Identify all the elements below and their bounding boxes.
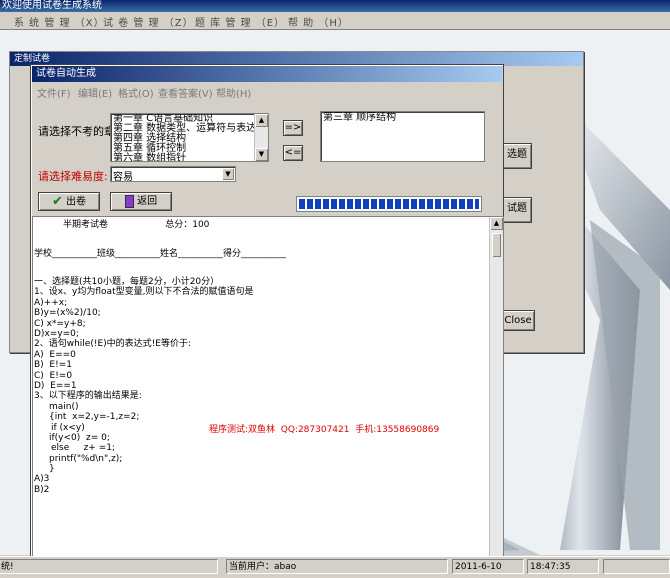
- code-line: printf("%d\n",z);: [49, 454, 123, 464]
- code-line: {int x=2,y=-1,z=2;: [49, 412, 140, 422]
- menu-system[interactable]: 系 统 管 理 （X）: [14, 14, 105, 29]
- menu-view-answer[interactable]: 查看答案(V): [158, 85, 213, 100]
- paper-preview[interactable]: 半期考试卷 总分：100 学校__________班级__________姓名_…: [32, 216, 504, 557]
- status-user: 当前用户：abao: [226, 559, 448, 574]
- scroll-up-icon[interactable]: ▲: [255, 114, 268, 127]
- excluded-item[interactable]: 第三章 顺序结构: [321, 112, 484, 123]
- menu-format[interactable]: 格式(O): [118, 85, 154, 100]
- front-menubar: 文件(F) 编辑(E) 格式(O) 查看答案(V) 帮助(H): [32, 83, 502, 100]
- progress-bar: [296, 196, 482, 212]
- scroll-down-icon[interactable]: ▼: [255, 148, 268, 161]
- remove-chapter-button[interactable]: <=: [283, 145, 303, 161]
- generate-label: 出卷: [66, 196, 87, 208]
- code-line: main(): [49, 402, 79, 412]
- option: B)y=(x%2)/10;: [34, 308, 101, 318]
- option: C) E!=0: [34, 371, 73, 381]
- menu-paper[interactable]: 试 卷 管 理 （Z）: [103, 14, 194, 29]
- progress-fill: [299, 199, 479, 209]
- back-button[interactable]: 返回: [110, 192, 172, 211]
- chevron-down-icon[interactable]: ▼: [222, 168, 234, 180]
- excluded-listbox[interactable]: 第三章 顺序结构: [320, 111, 485, 162]
- status-left: 统!: [0, 559, 218, 574]
- menu-file[interactable]: 文件(F): [37, 85, 71, 100]
- add-chapter-button[interactable]: =>: [283, 120, 303, 136]
- option: B)2: [34, 485, 50, 495]
- watermark-text: 程序测试:双鱼林 QQ:287307421 手机:13558690869: [209, 425, 440, 435]
- status-bar: 统! 当前用户：abao 2011-6-10 18:47:35: [0, 556, 670, 578]
- option: A)++x;: [34, 298, 68, 308]
- main-title: 欢迎使用试卷生成系统: [2, 0, 102, 11]
- menu-help[interactable]: 帮 助 （H）: [288, 14, 349, 29]
- difficulty-select[interactable]: 容易 ▼: [110, 166, 236, 183]
- menu-help-front[interactable]: 帮助(H): [216, 85, 251, 100]
- student-info-line: 学校__________班级__________姓名__________得分__…: [34, 249, 287, 259]
- paper-scrollbar[interactable]: ▲: [489, 217, 503, 556]
- option: D) E==1: [34, 381, 77, 391]
- generate-paper-button[interactable]: ✔ 出卷: [38, 192, 100, 211]
- menu-edit[interactable]: 编辑(E): [78, 85, 112, 100]
- door-exit-icon: [124, 194, 134, 208]
- custom-paper-title: 定制试卷: [14, 54, 51, 64]
- option: A) E==0: [34, 350, 76, 360]
- option: A)3: [34, 474, 50, 484]
- code-line: }: [49, 464, 55, 474]
- option: C) x*=y+8;: [34, 319, 86, 329]
- auto-generate-titlebar: 试卷自动生成: [32, 66, 502, 82]
- main-titlebar: 欢迎使用试卷生成系统: [0, 0, 670, 12]
- chapter-scrollbar[interactable]: ▲ ▼: [254, 114, 268, 161]
- paper-text: 半期考试卷 总分：100 学校__________班级__________姓名_…: [33, 217, 489, 556]
- status-date: 2011-6-10: [452, 559, 524, 574]
- chapter-item[interactable]: 第六章 数组指针: [111, 154, 268, 162]
- option: B) E!=1: [34, 360, 72, 370]
- difficulty-label: 请选择难易度:: [38, 170, 108, 183]
- code-line: if(y<0) z= 0;: [49, 433, 110, 443]
- question-3: 3、以下程序的输出结果是:: [34, 391, 142, 401]
- status-time: 18:47:35: [527, 559, 599, 574]
- question-2: 2、语句while(!E)中的表达式!E等价于:: [34, 339, 191, 349]
- question-1: 1、设x、y均为float型变量,则以下不合法的赋值语句是: [34, 287, 254, 297]
- auto-generate-window: 试卷自动生成 文件(F) 编辑(E) 格式(O) 查看答案(V) 帮助(H) 请…: [30, 64, 504, 557]
- checkmark-icon: ✔: [51, 194, 63, 209]
- paper-header: 半期考试卷 总分：100: [63, 220, 210, 230]
- scroll-up-icon[interactable]: ▲: [490, 217, 503, 230]
- section-title: 一、选择题(共10小题，每题2分，小计20分）: [34, 277, 220, 287]
- auto-generate-title: 试卷自动生成: [36, 68, 96, 79]
- menu-bank[interactable]: 题 库 管 理 （E）: [195, 14, 285, 29]
- scroll-thumb[interactable]: [492, 233, 501, 257]
- status-extra: [603, 559, 670, 574]
- main-menubar: 系 统 管 理 （X） 试 卷 管 理 （Z） 题 库 管 理 （E） 帮 助 …: [0, 13, 670, 30]
- code-line: if (x<y): [51, 423, 85, 433]
- back-label: 返回: [137, 196, 158, 207]
- code-line: else z+ =1;: [51, 443, 115, 453]
- difficulty-value: 容易: [113, 172, 133, 183]
- close-button[interactable]: Close: [501, 310, 535, 331]
- option: D)x=y=0;: [34, 329, 79, 339]
- chapter-listbox[interactable]: 第一章 C语言基础知识 第二章 数据类型、运算符与表达式 第四章 选择结构 第五…: [110, 113, 269, 162]
